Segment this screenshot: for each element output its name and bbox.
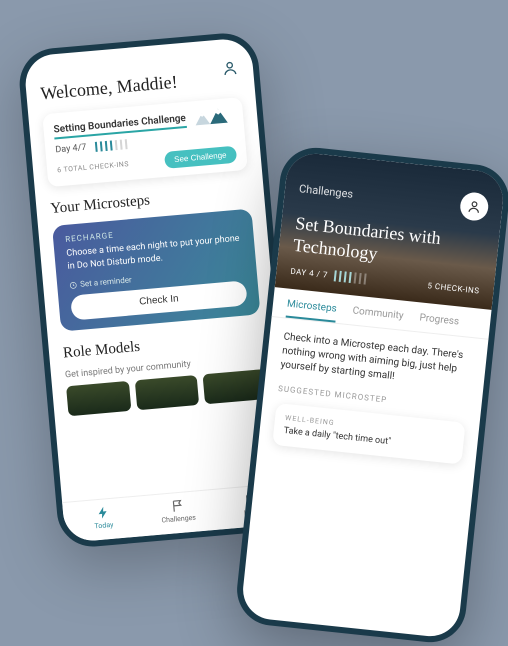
flag-icon bbox=[170, 499, 185, 514]
see-challenge-button[interactable]: See Challenge bbox=[164, 146, 238, 169]
set-reminder-label: Set a reminder bbox=[80, 275, 132, 288]
day-label: DAY 4 / 7 bbox=[290, 267, 328, 280]
bolt-icon bbox=[95, 505, 110, 520]
total-checkins-label: 6 TOTAL CHECK-INS bbox=[57, 160, 130, 174]
challenge-card[interactable]: Setting Boundaries Challenge Day 4/7 6 T… bbox=[42, 97, 248, 187]
nav-today[interactable]: Today bbox=[93, 505, 114, 531]
nav-today-label: Today bbox=[94, 521, 113, 531]
nav-challenges[interactable]: Challenges bbox=[160, 498, 196, 525]
clock-icon bbox=[69, 281, 78, 290]
tab-progress[interactable]: Progress bbox=[418, 313, 460, 336]
mountain-icon bbox=[188, 106, 233, 128]
challenge-title: Set Boundaries with Technology bbox=[292, 213, 485, 276]
progress-ticks bbox=[333, 270, 366, 284]
phone-right-screen: Challenges Set Boundaries with Technolog… bbox=[240, 151, 506, 639]
suggested-microstep-card[interactable]: WELL-BEING Take a daily "tech time out" bbox=[272, 403, 465, 465]
nav-challenges-label: Challenges bbox=[161, 514, 196, 525]
day-label: Day 4/7 bbox=[55, 143, 87, 156]
phone-right: Challenges Set Boundaries with Technolog… bbox=[234, 144, 508, 645]
profile-icon[interactable] bbox=[220, 58, 240, 78]
challenge-hero: Challenges Set Boundaries with Technolog… bbox=[275, 151, 506, 310]
checkins-count: 5 CHECK-INS bbox=[427, 281, 480, 295]
role-model-card[interactable] bbox=[66, 381, 131, 416]
microsteps-description: Check into a Microstep each day. There's… bbox=[280, 331, 473, 393]
role-model-card[interactable] bbox=[134, 375, 199, 410]
tab-content: Check into a Microstep each day. There's… bbox=[257, 317, 488, 478]
challenges-label: Challenges bbox=[298, 182, 488, 215]
microstep-card[interactable]: RECHARGE Choose a time each night to put… bbox=[52, 209, 260, 332]
progress-ticks bbox=[95, 139, 128, 152]
